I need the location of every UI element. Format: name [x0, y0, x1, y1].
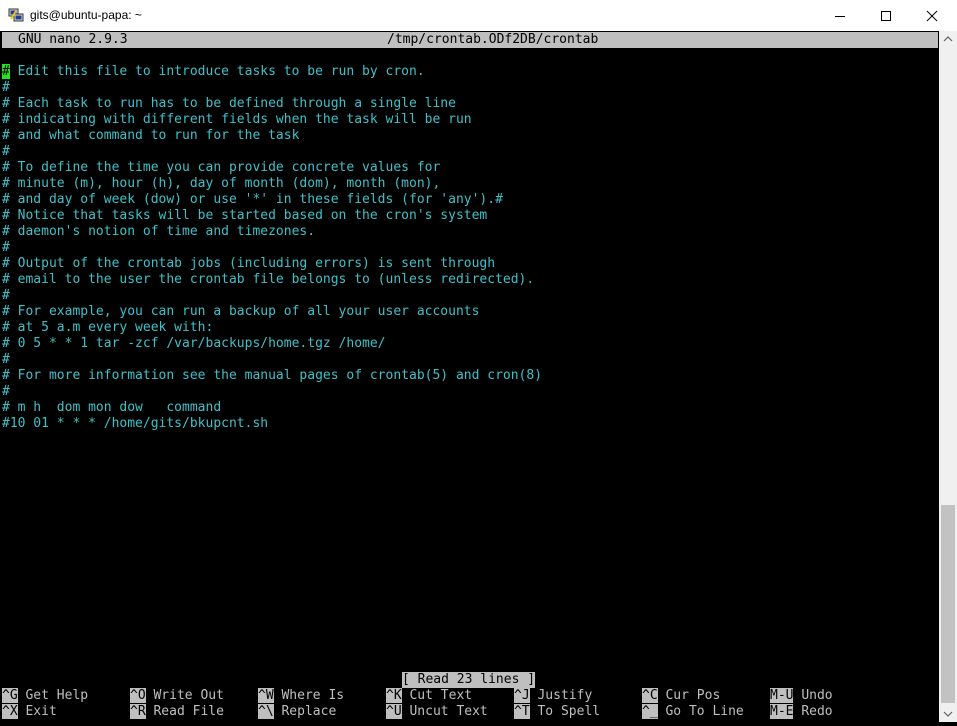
status-message: [ Read 23 lines ]: [402, 672, 536, 688]
shortcut-bar-row-2: ^X Exit ^R Read File ^\ Replace ^U Uncut Te…: [2, 704, 938, 720]
nano-filename: /tmp/crontab.ODf2DB/crontab: [387, 32, 599, 47]
shortcut-justify[interactable]: ^J Justify: [514, 688, 592, 704]
shortcut-key: M-U: [770, 688, 794, 703]
shortcut-undo[interactable]: M-U Undo: [770, 688, 833, 704]
shortcut-redo[interactable]: M-E Redo: [770, 704, 833, 720]
editor-line: #10 01 * * * /home/gits/bkupcnt.sh: [2, 416, 269, 431]
shortcut-label: Undo: [801, 688, 833, 703]
close-icon: [926, 10, 938, 22]
text-cursor: #: [2, 64, 10, 79]
editor-line: # Edit this file to introduce tasks to b…: [2, 64, 542, 80]
editor-line: #: [2, 80, 10, 95]
shortcut-cur-pos[interactable]: ^C Cur Pos: [642, 688, 720, 704]
shortcut-read-file[interactable]: ^R Read File: [130, 704, 224, 720]
shortcut-label: Cut Text: [409, 688, 473, 703]
shortcut-key: ^_: [642, 704, 658, 719]
nano-header-bar: GNU nano 2.9.3 /tmp/crontab.ODf2DB/cront…: [2, 32, 938, 48]
editor-line: # and day of week (dow) or use '*' in th…: [2, 192, 503, 207]
minimize-icon: [835, 16, 845, 17]
shortcut-label: Redo: [801, 704, 833, 719]
shortcut-bar-row-1: ^G Get Help ^O Write Out ^W Where Is ^K Cut…: [2, 688, 938, 704]
close-button[interactable]: [909, 0, 955, 31]
shortcut-key: ^X: [2, 704, 18, 719]
editor-content[interactable]: # Edit this file to introduce tasks to b…: [0, 64, 543, 432]
editor-line: # minute (m), hour (h), day of month (do…: [2, 176, 441, 191]
shortcut-label: Uncut Text: [409, 704, 488, 719]
editor-line: # at 5 a.m every week with:: [2, 320, 214, 335]
editor-line: # and what command to run for the task: [2, 128, 300, 143]
shortcut-key: ^C: [642, 688, 658, 703]
shortcut-go-to-line[interactable]: ^_ Go To Line: [642, 704, 744, 720]
editor-line: #: [2, 384, 10, 399]
shortcut-label: Justify: [537, 688, 593, 703]
editor-line: # To define the time you can provide con…: [2, 160, 441, 175]
shortcut-key: ^W: [258, 688, 274, 703]
shortcut-where-is[interactable]: ^W Where Is: [258, 688, 344, 704]
scroll-up-button[interactable]: [939, 31, 957, 48]
editor-line: # For example, you can run a backup of a…: [2, 304, 480, 319]
editor-line: # daemon's notion of time and timezones.: [2, 224, 316, 239]
editor-line: #: [2, 352, 10, 367]
shortcut-label: Cur Pos: [665, 688, 721, 703]
editor-line: # m h dom mon dow command: [2, 400, 222, 415]
shortcut-label: Where Is: [281, 688, 345, 703]
shortcut-key: ^R: [130, 704, 146, 719]
shortcut-label: Go To Line: [665, 704, 744, 719]
scroll-down-button[interactable]: [939, 705, 957, 722]
editor-line-text: Edit this file to introduce tasks to be …: [9, 64, 425, 79]
shortcut-label: Replace: [281, 704, 337, 719]
maximize-button[interactable]: [863, 0, 909, 31]
shortcut-write-out[interactable]: ^O Write Out: [130, 688, 224, 704]
editor-line: # email to the user the crontab file bel…: [2, 272, 535, 287]
putty-icon: [8, 8, 24, 22]
arrow-up-icon: [943, 36, 953, 42]
maximize-icon: [881, 11, 891, 21]
editor-line: # Notice that tasks will be started base…: [2, 208, 488, 223]
nano-version: GNU nano 2.9.3: [18, 32, 128, 47]
shortcut-exit[interactable]: ^X Exit: [2, 704, 57, 720]
window-title: gits@ubuntu-papa: ~: [30, 8, 142, 22]
shortcut-uncut-text[interactable]: ^U Uncut Text: [386, 704, 488, 720]
shortcut-label: Read File: [153, 704, 224, 719]
shortcut-key: ^U: [386, 704, 402, 719]
shortcut-label: To Spell: [537, 704, 601, 719]
editor-line: # For more information see the manual pa…: [2, 368, 543, 383]
editor-line: # indicating with different fields when …: [2, 112, 472, 127]
shortcut-key: ^\: [258, 704, 274, 719]
minimize-button[interactable]: [817, 0, 863, 31]
shortcut-get-help[interactable]: ^G Get Help: [2, 688, 88, 704]
shortcut-key: ^J: [514, 688, 530, 703]
editor-lines: # # Each task to run has to be defined th…: [0, 80, 543, 432]
window-title-bar[interactable]: gits@ubuntu-papa: ~: [0, 0, 957, 32]
editor-line: # Output of the crontab jobs (including …: [2, 256, 496, 271]
shortcut-cut-text[interactable]: ^K Cut Text: [386, 688, 472, 704]
editor-line: #: [2, 240, 10, 255]
shortcut-label: Write Out: [153, 688, 224, 703]
terminal-area[interactable]: GNU nano 2.9.3 /tmp/crontab.ODf2DB/cront…: [0, 31, 939, 722]
vertical-scrollbar[interactable]: [939, 31, 957, 722]
shortcut-key: ^T: [514, 704, 530, 719]
editor-line: #: [2, 144, 10, 159]
shortcut-to-spell[interactable]: ^T To Spell: [514, 704, 600, 720]
editor-line: # 0 5 * * 1 tar -zcf /var/backups/home.t…: [2, 336, 386, 351]
shortcut-key: M-E: [770, 704, 794, 719]
shortcut-key: ^G: [2, 688, 18, 703]
shortcut-key: ^O: [130, 688, 146, 703]
scroll-thumb[interactable]: [941, 505, 955, 703]
editor-line: # Each task to run has to be defined thr…: [2, 96, 456, 111]
arrow-down-icon: [943, 711, 953, 717]
shortcut-label: Get Help: [25, 688, 89, 703]
shortcut-label: Exit: [25, 704, 57, 719]
shortcut-key: ^K: [386, 688, 402, 703]
shortcut-replace[interactable]: ^\ Replace: [258, 704, 336, 720]
editor-line: #: [2, 288, 10, 303]
